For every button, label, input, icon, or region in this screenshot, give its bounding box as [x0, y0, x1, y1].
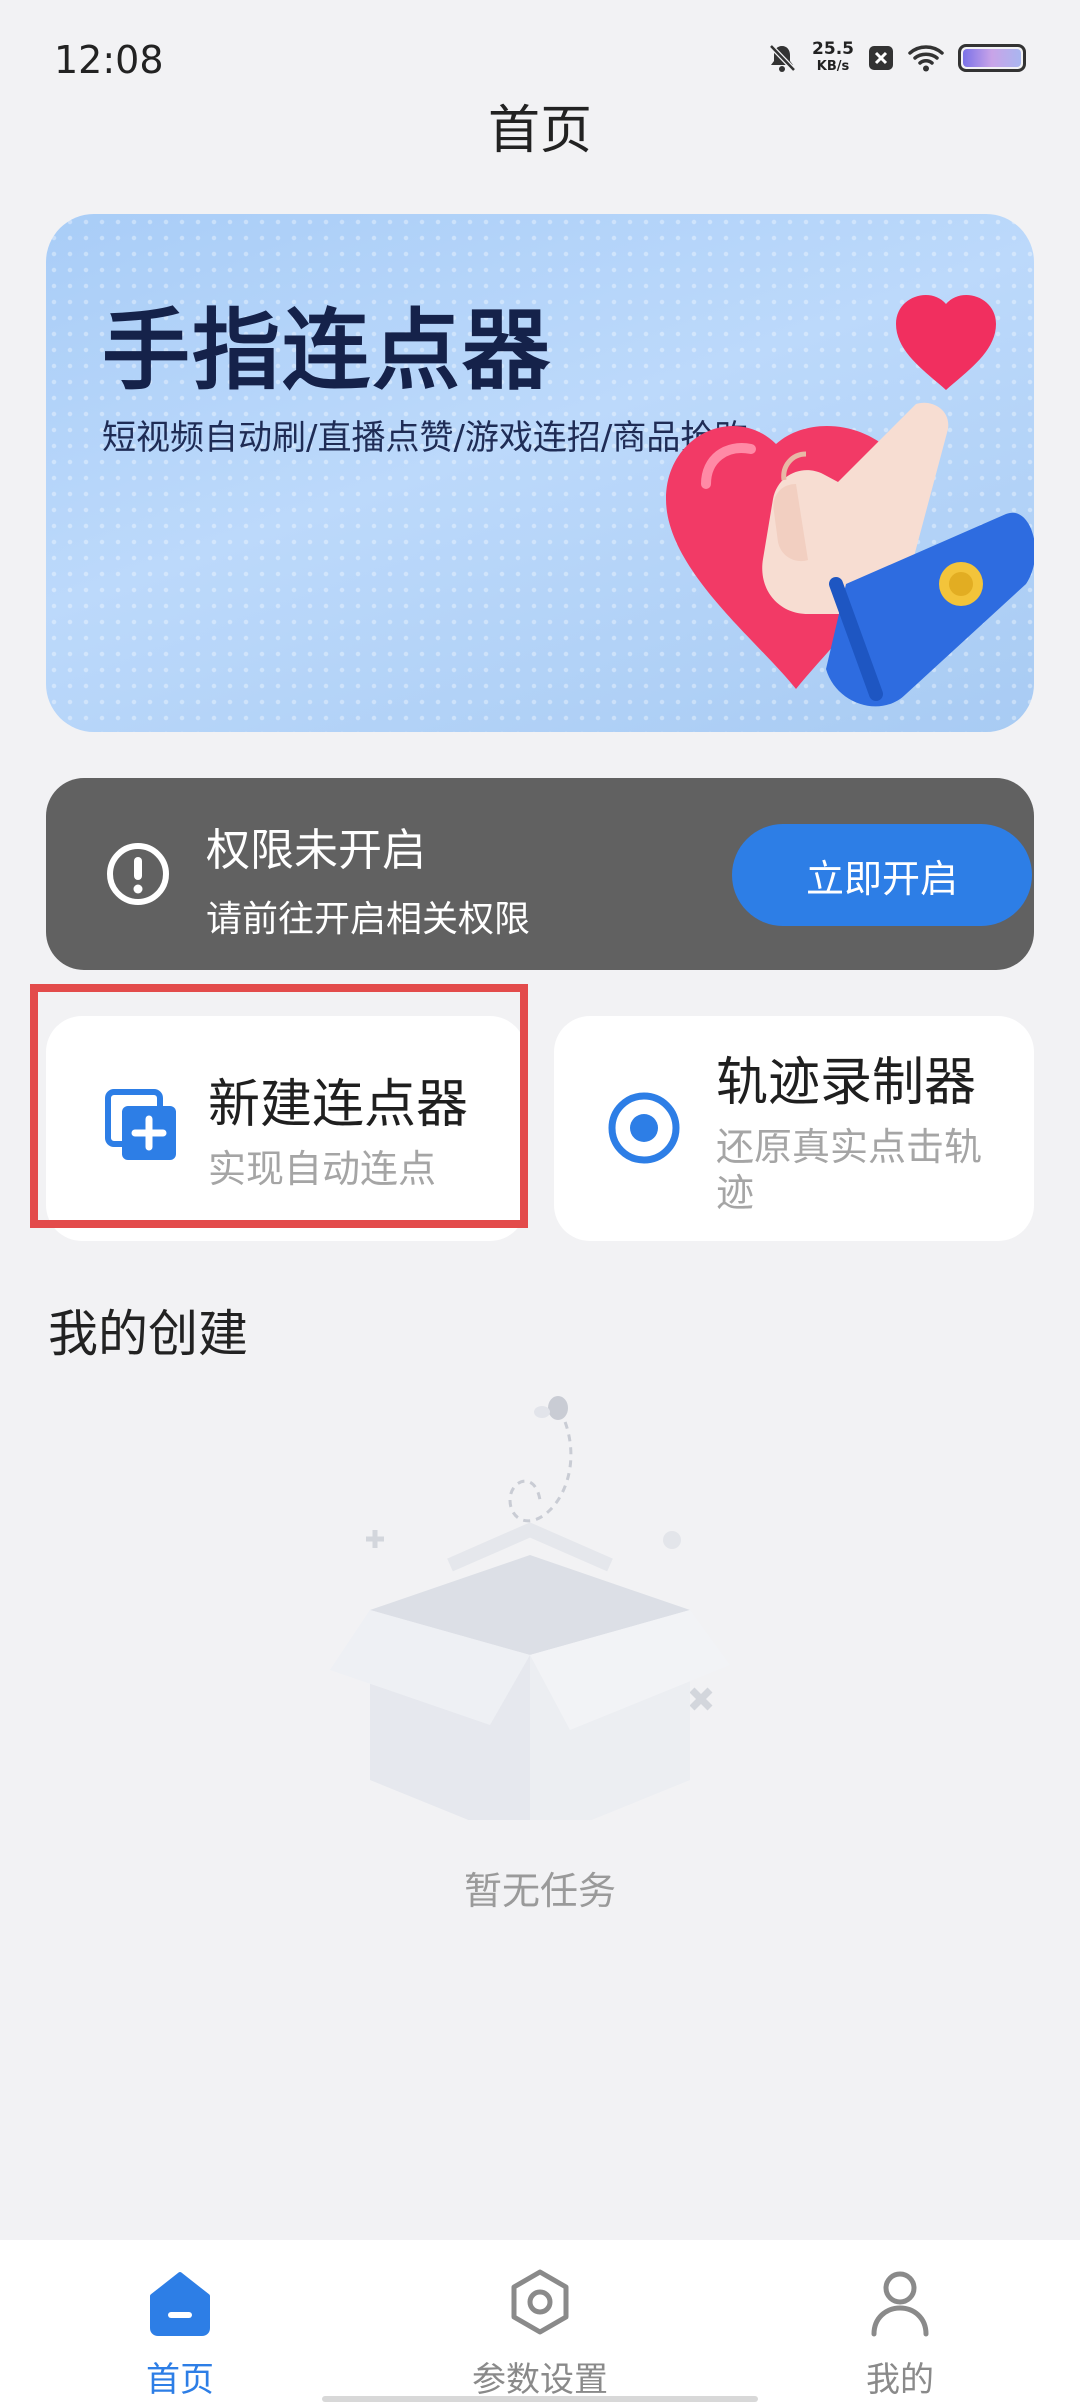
add-copy-icon [105, 1089, 176, 1160]
nav-label-home: 首页 [146, 2360, 214, 2400]
nav-item-settings[interactable]: 参数设置 [420, 2240, 660, 2408]
hand-heart-illustration [666, 294, 1034, 707]
permission-card: 权限未开启 请前往开启相关权限 立即开启 [46, 778, 1034, 970]
close-box-icon [869, 46, 893, 70]
new-clicker-subtitle: 实现自动连点 [208, 1147, 437, 1191]
promo-banner[interactable]: 手指连点器 短视频自动刷/直播点赞/游戏连招/商品抢购 [46, 214, 1034, 732]
home-indicator[interactable] [322, 2396, 758, 2402]
status-time: 12:08 [54, 38, 164, 82]
bell-off-icon [769, 44, 796, 72]
net-speed-value: 25.5 [812, 39, 854, 59]
track-recorder-subtitle: 还原真实点击轨迹 [716, 1125, 983, 1215]
new-clicker-title: 新建连点器 [208, 1075, 469, 1135]
permission-subtitle: 请前往开启相关权限 [206, 899, 531, 940]
bottom-nav: 首页 参数设置 我的 [0, 2240, 1080, 2408]
status-icons: 25.5 KB/s [766, 40, 1026, 76]
page-title: 首页 [487, 101, 592, 161]
net-speed-unit: KB/s [816, 59, 850, 74]
track-recorder-card[interactable]: 轨迹录制器 还原真实点击轨迹 [554, 1016, 1034, 1241]
wifi-icon [908, 45, 944, 72]
nav-label-settings: 参数设置 [472, 2360, 608, 2400]
nav-item-home[interactable]: 首页 [60, 2240, 300, 2408]
battery-icon [958, 44, 1026, 72]
nav-item-profile[interactable]: 我的 [780, 2240, 1020, 2408]
home-screen: 12:08 25.5 KB/s 首页 手指连点器 短视频自动刷/直播点赞/游戏连… [0, 0, 1080, 2408]
empty-state-text: 暂无任务 [463, 1869, 616, 1913]
track-recorder-title: 轨迹录制器 [716, 1053, 977, 1113]
net-speed: 25.5 KB/s [812, 40, 854, 76]
nav-label-profile: 我的 [866, 2360, 934, 2400]
banner-title: 手指连点器 [102, 299, 553, 402]
record-icon [608, 1092, 680, 1164]
enable-now-button[interactable]: 立即开启 [732, 824, 1032, 926]
settings-hex-icon [511, 2269, 569, 2335]
profile-icon [871, 2271, 929, 2337]
my-creations-title: 我的创建 [48, 1305, 248, 1363]
alert-circle-icon [107, 843, 169, 905]
home-icon [150, 2272, 210, 2336]
new-clicker-card[interactable]: 新建连点器 实现自动连点 [46, 1016, 526, 1241]
empty-box-illustration [330, 1396, 730, 1820]
permission-title: 权限未开启 [206, 825, 426, 876]
